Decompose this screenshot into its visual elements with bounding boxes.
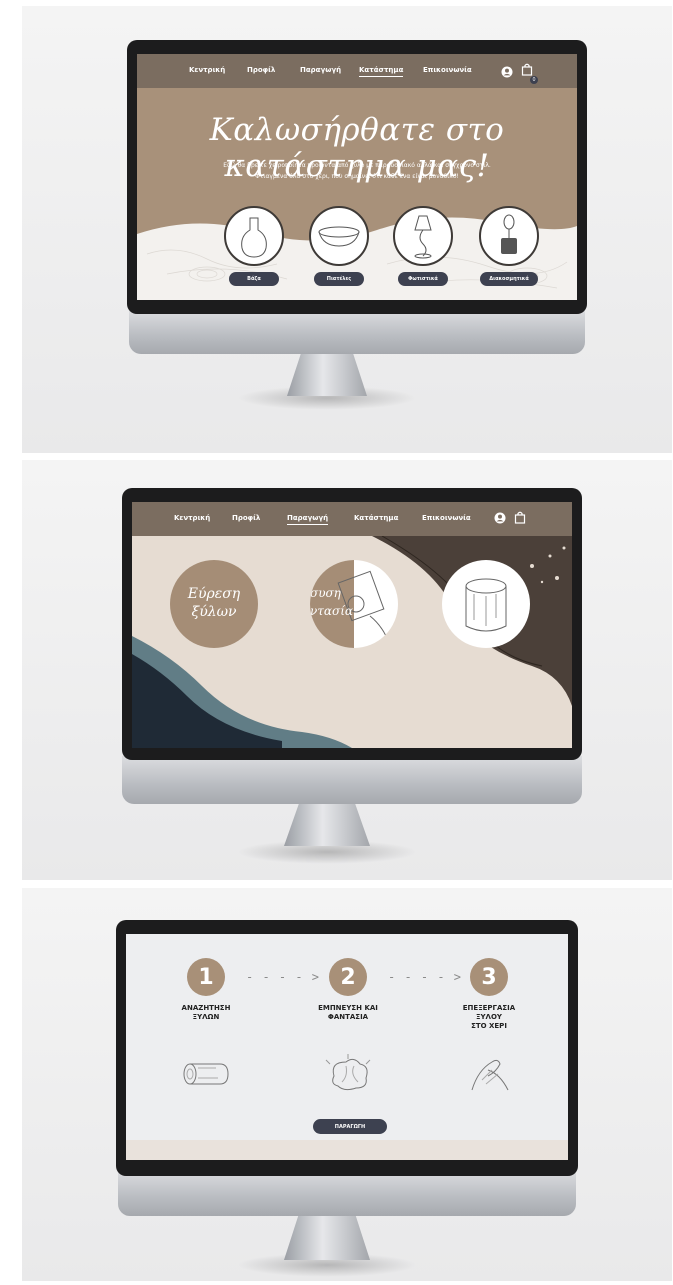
- top-nav: Κεντρική Προφίλ Παραγωγή Κατάστημα Επικο…: [137, 54, 577, 88]
- user-icon[interactable]: [501, 66, 513, 78]
- monitor-chin: [118, 1170, 576, 1216]
- step-label-line: ΕΠΕΞΕΡΓΑΣΙΑ: [462, 1004, 516, 1012]
- production-button[interactable]: ΠΑΡΑΓΩΓΗ: [313, 1119, 387, 1134]
- step-circle-inspiration[interactable]: συση ντασία: [310, 560, 398, 648]
- step-number-1: 1: [187, 958, 225, 996]
- product-button-decor[interactable]: Διακοσμητικά: [480, 272, 538, 286]
- bowl-icon: [318, 226, 360, 247]
- product-button-vases[interactable]: Βάζα: [229, 272, 279, 286]
- step-circle-wood-search[interactable]: Εύρεση ξύλων: [170, 560, 258, 648]
- step-label-2: ΕΜΠΝΕΥΣΗ ΚΑΙ ΦΑΝΤΑΣΙΑ: [298, 1004, 398, 1022]
- nav-profile[interactable]: Προφίλ: [232, 514, 260, 522]
- footer-band: [126, 1140, 568, 1160]
- arrow-1-to-2: - - - - >: [246, 970, 321, 984]
- step-label-line: ΞΥΛΟΥ: [476, 1012, 502, 1021]
- circle-label-line-2: ξύλων: [191, 604, 237, 620]
- nav-home[interactable]: Κεντρική: [189, 66, 225, 74]
- screen-process: 1 2 3 - - - - > - - - - > ΑΝΑΖΗΤΗΣΗ ΞΥΛΩ…: [126, 934, 568, 1160]
- product-button-lamps[interactable]: Φωτιστικά: [398, 272, 448, 286]
- brain-icon: [325, 1054, 371, 1091]
- circle-label-line-2: ντασία: [310, 604, 354, 618]
- step-label-line: ΦΑΝΤΑΣΙΑ: [327, 1012, 369, 1021]
- step-circle-woodwork[interactable]: [442, 560, 530, 648]
- product-button-platters[interactable]: Πιατέλες: [314, 272, 364, 286]
- nav-production[interactable]: Παραγωγή: [287, 514, 329, 525]
- mockup-panel-production: Κεντρική Προφίλ Παραγωγή Κατάστημα Επικο…: [22, 460, 672, 880]
- cart-count-badge: 0: [530, 76, 538, 84]
- shopping-bag-icon[interactable]: [514, 511, 526, 524]
- decor-icon: [501, 214, 517, 254]
- nav-contact[interactable]: Επικοινωνία: [423, 66, 472, 74]
- circle-label-line-1: Εύρεση: [187, 586, 241, 602]
- monitor-stand: [284, 802, 370, 846]
- step-number-2: 2: [329, 958, 367, 996]
- step-number-3: 3: [470, 958, 508, 996]
- arrow-2-to-3: - - - - >: [388, 970, 463, 984]
- top-nav: Κεντρική Προφίλ Παραγωγή Κατάστημα Επικο…: [132, 502, 572, 536]
- nav-profile[interactable]: Προφίλ: [247, 66, 275, 74]
- monitor-chin: [129, 310, 585, 354]
- screen-production: Κεντρική Προφίλ Παραγωγή Κατάστημα Επικο…: [132, 502, 572, 748]
- hero-subtitle-line-1: Εδώ θα βρείτε χειροποίητα προϊόντα από ξ…: [223, 162, 491, 169]
- product-circle-decor[interactable]: [479, 206, 539, 266]
- shopping-bag-icon: [521, 63, 533, 76]
- step-label-line: ΕΜΠΝΕΥΣΗ ΚΑΙ: [318, 1004, 378, 1012]
- log-icon: [183, 1063, 229, 1085]
- step-label-3: ΕΠΕΞΕΡΓΑΣΙΑ ΞΥΛΟΥ ΣΤΟ ΧΕΡΙ: [439, 1004, 539, 1030]
- hero-subtitle-line-2: Φτιαγμένα όλα στο χέρι, που σημαίνει ότι…: [255, 173, 459, 180]
- circle-label-line-1: συση: [310, 586, 341, 600]
- lamp-icon: [414, 215, 432, 259]
- vase-icon: [241, 217, 267, 258]
- tree-stump-icon: [465, 578, 507, 632]
- mockup-panel-process: 1 2 3 - - - - > - - - - > ΑΝΑΖΗΤΗΣΗ ΞΥΛΩ…: [22, 888, 672, 1281]
- step-label-line: ΣΤΟ ΧΕΡΙ: [471, 1021, 507, 1030]
- step-label-line: ΞΥΛΩΝ: [192, 1012, 220, 1021]
- cart-button[interactable]: 0: [521, 63, 538, 84]
- monitor-chin: [122, 756, 582, 804]
- step-label-line: ΑΝΑΖΗΤΗΣΗ: [181, 1004, 231, 1012]
- user-icon[interactable]: [494, 512, 506, 524]
- nav-contact[interactable]: Επικοινωνία: [422, 514, 471, 522]
- nav-production[interactable]: Παραγωγή: [300, 66, 341, 74]
- product-circle-vases[interactable]: [224, 206, 284, 266]
- hands-icon: [471, 1059, 509, 1091]
- monitor-stand: [287, 352, 367, 396]
- product-circle-lamps[interactable]: [393, 206, 453, 266]
- monitor-stand: [284, 1212, 370, 1260]
- nav-shop[interactable]: Κατάστημα: [354, 514, 398, 522]
- nav-icons: [494, 511, 526, 524]
- nav-icons: 0: [501, 63, 538, 84]
- mockup-panel-shop: Κεντρική Προφίλ Παραγωγή Κατάστημα Επικο…: [22, 6, 672, 453]
- product-circle-platters[interactable]: [309, 206, 369, 266]
- nav-shop[interactable]: Κατάστημα: [359, 66, 404, 77]
- screen-shop: Κεντρική Προφίλ Παραγωγή Κατάστημα Επικο…: [137, 54, 577, 300]
- step-label-1: ΑΝΑΖΗΤΗΣΗ ΞΥΛΩΝ: [156, 1004, 256, 1022]
- nav-home[interactable]: Κεντρική: [174, 514, 210, 522]
